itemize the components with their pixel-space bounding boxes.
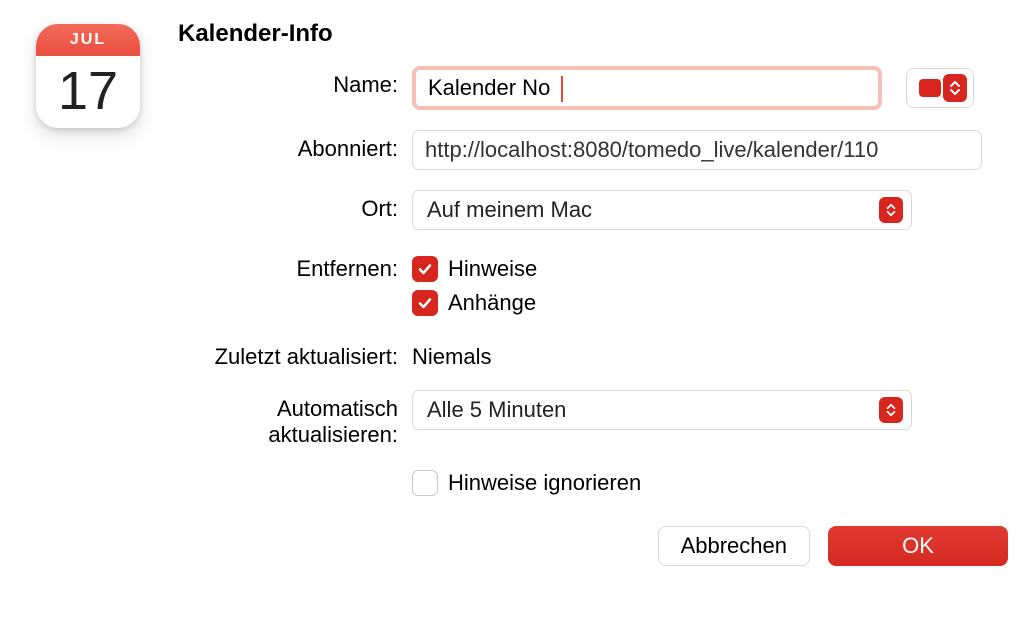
- auto-update-select[interactable]: Alle 5 Minuten: [412, 390, 912, 430]
- text-cursor: [561, 76, 563, 102]
- color-stepper-icon: [943, 74, 967, 102]
- section-title: Kalender-Info: [178, 20, 1034, 48]
- cancel-button[interactable]: Abbrechen: [658, 526, 810, 566]
- ignore-hints-checkbox[interactable]: [412, 470, 438, 496]
- remove-attachments-checkbox[interactable]: [412, 290, 438, 316]
- color-swatch: [919, 79, 941, 97]
- updown-icon: [879, 197, 903, 223]
- calendar-icon-day: 17: [36, 56, 140, 128]
- last-updated-label: Zuletzt aktualisiert:: [152, 338, 412, 370]
- name-label: Name:: [152, 66, 412, 98]
- location-select[interactable]: Auf meinem Mac: [412, 190, 912, 230]
- calendar-app-icon: JUL 17: [36, 18, 152, 566]
- calendar-info-dialog: JUL 17 Kalender-Info Name:: [0, 0, 1034, 584]
- auto-update-value: Alle 5 Minuten: [427, 397, 566, 423]
- remove-attachments-label: Anhänge: [448, 290, 536, 316]
- color-picker[interactable]: [906, 68, 974, 108]
- ok-button[interactable]: OK: [828, 526, 1008, 566]
- calendar-icon-month: JUL: [36, 24, 140, 56]
- subscribed-url-field[interactable]: http://localhost:8080/tomedo_live/kalend…: [412, 130, 982, 170]
- last-updated-value: Niemals: [412, 338, 491, 370]
- ignore-hints-label: Hinweise ignorieren: [448, 470, 641, 496]
- location-label: Ort:: [152, 190, 412, 222]
- subscribed-label: Abonniert:: [152, 130, 412, 162]
- remove-label: Entfernen:: [152, 250, 412, 282]
- auto-update-label: Automatisch aktualisieren:: [152, 390, 412, 448]
- location-value: Auf meinem Mac: [427, 197, 592, 223]
- remove-hints-checkbox[interactable]: [412, 256, 438, 282]
- remove-hints-label: Hinweise: [448, 256, 537, 282]
- name-field-wrapper[interactable]: [412, 66, 882, 110]
- name-input[interactable]: [426, 74, 868, 102]
- updown-icon: [879, 397, 903, 423]
